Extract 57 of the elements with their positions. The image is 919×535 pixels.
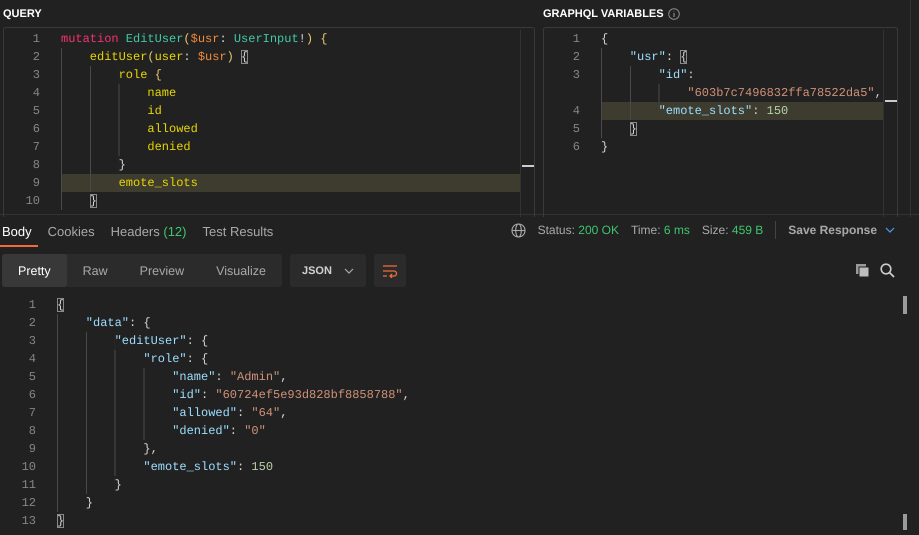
line-number: 6 xyxy=(572,139,581,156)
save-response-button[interactable]: Save Response xyxy=(788,223,895,237)
code-line: { xyxy=(601,31,610,48)
line-number: 6 xyxy=(32,121,41,138)
view-tab[interactable]: Visualize xyxy=(200,254,282,287)
status-item: Time: 6 ms xyxy=(630,223,690,237)
line-number: 4 xyxy=(572,103,581,120)
line-number: 2 xyxy=(32,49,41,66)
line-number: 1 xyxy=(572,31,581,48)
line-number: 7 xyxy=(32,139,41,156)
line-number: 5 xyxy=(32,103,41,120)
response-tab[interactable]: Body xyxy=(0,216,38,247)
line-number: 9 xyxy=(32,175,41,192)
line-number: 12 xyxy=(20,495,37,512)
line-number: 3 xyxy=(28,333,37,350)
line-number: 10 xyxy=(20,459,37,476)
line-number: 11 xyxy=(20,477,37,494)
response-tab[interactable]: Test Results xyxy=(200,216,280,247)
line-number: 4 xyxy=(32,85,41,102)
response-tab[interactable]: Cookies xyxy=(46,216,101,247)
view-tab[interactable]: Preview xyxy=(124,254,200,287)
line-number: 2 xyxy=(28,315,37,332)
status-item: Size: 459 B xyxy=(702,223,764,237)
line-number: 8 xyxy=(28,423,37,440)
copy-icon[interactable] xyxy=(855,263,870,278)
code-line: { xyxy=(57,297,66,314)
panel-title: GRAPHQL VARIABLES xyxy=(543,8,664,20)
line-number: 4 xyxy=(28,351,37,368)
status-item: Status: 200 OK xyxy=(538,223,619,237)
globe-icon[interactable] xyxy=(510,222,526,238)
line-number: 3 xyxy=(32,67,41,84)
line-number: 10 xyxy=(24,193,41,210)
wrap-icon xyxy=(382,264,398,278)
line-number: 1 xyxy=(32,31,41,48)
view-tab[interactable]: Raw xyxy=(66,254,124,287)
line-number: 2 xyxy=(572,49,581,66)
line-number: 5 xyxy=(28,369,37,386)
line-number: 7 xyxy=(28,405,37,422)
line-number: 9 xyxy=(28,441,37,458)
chevron-icon xyxy=(885,227,895,233)
line-number: 5 xyxy=(572,121,581,138)
code-line: } xyxy=(601,139,610,156)
format-dropdown[interactable]: JSON xyxy=(290,254,366,287)
code-line: } xyxy=(57,513,66,530)
code-line: mutation EditUser($usr: UserInput!) { xyxy=(61,31,328,48)
line-number: 8 xyxy=(32,157,41,174)
line-number: 3 xyxy=(572,67,581,84)
search-icon[interactable] xyxy=(880,263,895,278)
line-number: 1 xyxy=(28,297,37,314)
chevron-icon xyxy=(344,268,354,274)
info-icon[interactable] xyxy=(668,8,680,20)
view-tab[interactable]: Pretty xyxy=(2,254,67,287)
panel-title: QUERY xyxy=(3,8,42,20)
response-tab[interactable]: Headers (12) xyxy=(108,216,192,247)
wrap-lines-button[interactable] xyxy=(374,254,406,287)
line-number: 6 xyxy=(28,387,37,404)
line-number: 13 xyxy=(20,513,37,530)
